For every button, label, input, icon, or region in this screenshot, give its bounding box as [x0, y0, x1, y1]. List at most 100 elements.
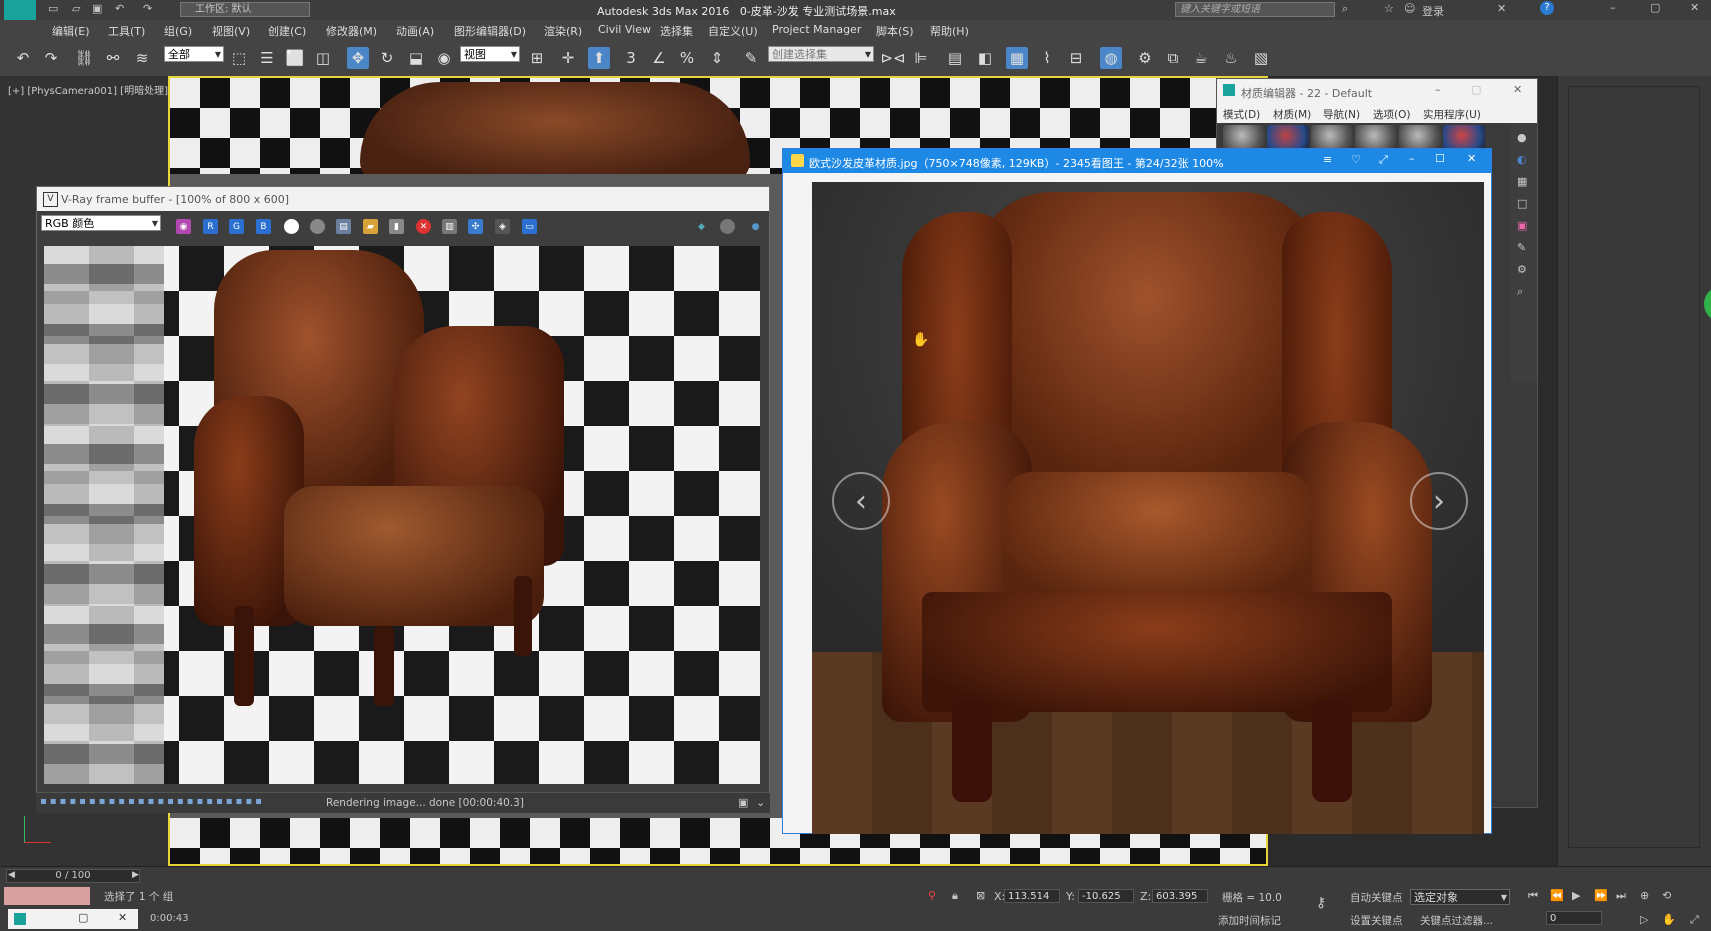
rect-selection-icon[interactable]: ⬜ [284, 47, 306, 69]
menu-icon[interactable]: ≡ [1323, 153, 1332, 166]
move-icon[interactable]: ✥ [347, 47, 369, 69]
menu-modifiers[interactable]: 修改器(M) [326, 23, 377, 39]
x-coordinate-field[interactable]: 113.514 [1004, 889, 1060, 903]
menu-selection-set[interactable]: 选择集 [660, 23, 693, 39]
keyboard-shortcut-override-icon[interactable]: ⬆ [588, 47, 610, 69]
mono-channel-icon[interactable] [310, 219, 325, 234]
sample-type-icon[interactable]: ● [1517, 131, 1527, 144]
vfb-history-icon[interactable]: ◆ [694, 219, 709, 234]
select-by-name-icon[interactable]: ☰ [256, 47, 278, 69]
save-icon[interactable]: ▣ [92, 2, 102, 15]
skin-icon[interactable]: ♡ [1351, 153, 1361, 166]
edit-named-selection-icon[interactable]: ✎ [740, 47, 762, 69]
select-by-material-icon[interactable]: ⌕ [1517, 285, 1523, 299]
reference-coordinate-dropdown[interactable]: 视图 ▼ [460, 46, 520, 62]
layer-explorer-icon[interactable]: ◧ [974, 47, 996, 69]
restore-icon[interactable]: ▢ [78, 911, 88, 924]
mated-menu-utilities[interactable]: 实用程序(U) [1423, 107, 1481, 122]
undo-icon[interactable]: ↶ [12, 47, 34, 69]
place-icon[interactable]: ◉ [433, 47, 455, 69]
copy-to-vfb-icon[interactable]: ▥ [442, 219, 457, 234]
fullscreen-icon[interactable]: ⤢ [1379, 153, 1388, 167]
render-activeshade-icon[interactable]: ▧ [1250, 47, 1272, 69]
selection-filter-dropdown[interactable]: 全部 ▼ [164, 46, 224, 62]
video-color-check-icon[interactable]: ▣ [1517, 219, 1527, 232]
new-file-icon[interactable]: ▭ [48, 2, 58, 15]
lock-icon[interactable]: 🔒︎ [952, 889, 958, 903]
unlink-icon[interactable]: ⚯ [102, 47, 124, 69]
red-channel-button[interactable]: R [203, 219, 218, 234]
named-selection-dropdown[interactable]: 创建选择集 ▼ [768, 46, 874, 62]
auto-key-button[interactable]: 自动关键点 [1350, 890, 1403, 905]
menu-tools[interactable]: 工具(T) [108, 23, 145, 39]
snap-toggle-icon[interactable]: 3 [620, 47, 642, 69]
menu-views[interactable]: 视图(V) [212, 23, 250, 39]
rendered-frame-window-icon[interactable]: ⧉ [1162, 47, 1184, 69]
scale-icon[interactable]: ⬓ [405, 47, 427, 69]
maximize-icon[interactable]: ☐ [1435, 152, 1445, 165]
menu-customize[interactable]: 自定义(U) [708, 23, 758, 39]
rotate-icon[interactable]: ↻ [376, 47, 398, 69]
search-input[interactable]: 键入关键字或短语 [1175, 2, 1335, 17]
mated-menu-navigation[interactable]: 导航(N) [1323, 107, 1360, 122]
minimize-icon[interactable]: – [1610, 1, 1616, 14]
exchange-icon[interactable]: ✕ [1497, 2, 1506, 15]
blue-channel-button[interactable]: B [256, 219, 271, 234]
mirror-icon[interactable]: ⊳⊲ [880, 47, 905, 69]
make-preview-icon[interactable]: ✎ [1517, 241, 1526, 254]
vfb-render-last-icon[interactable]: ● [748, 219, 763, 234]
key-icon[interactable]: ⚷ [1316, 895, 1326, 911]
close-icon[interactable]: ✕ [1513, 83, 1522, 96]
zoom-icon[interactable]: ⊕ [1640, 889, 1649, 902]
pivot-center-icon[interactable]: ⊞ [526, 47, 548, 69]
menu-civil-view[interactable]: Civil View [598, 23, 651, 36]
minimize-icon[interactable]: – [1409, 152, 1415, 165]
mated-menu-material[interactable]: 材质(M) [1273, 107, 1311, 122]
green-channel-button[interactable]: G [229, 219, 244, 234]
angle-snap-icon[interactable]: ∠ [648, 47, 670, 69]
z-coordinate-field[interactable]: 603.395 [1152, 889, 1208, 903]
menu-help[interactable]: 帮助(H) [930, 23, 969, 39]
current-frame-field[interactable]: 0 [1546, 911, 1602, 925]
key-filters-button[interactable]: 关键点过滤器... [1420, 913, 1493, 928]
sample-uv-icon[interactable]: □ [1517, 197, 1527, 210]
next-frame-icon[interactable]: ⏩ [1594, 889, 1608, 902]
menu-animation[interactable]: 动画(A) [396, 23, 434, 39]
options-icon[interactable]: ⚙ [1517, 263, 1527, 276]
binoculars-icon[interactable]: ⌕ [1342, 2, 1348, 16]
color-picker-icon[interactable]: ◉ [176, 219, 191, 234]
chevron-right-icon[interactable]: ▶ [132, 870, 139, 880]
mated-menu-options[interactable]: 选项(O) [1373, 107, 1410, 122]
next-image-button[interactable]: › [1410, 472, 1468, 530]
y-coordinate-field[interactable]: -10.625 [1078, 889, 1134, 903]
alpha-channel-icon[interactable] [284, 219, 299, 234]
percent-snap-icon[interactable]: % [676, 47, 698, 69]
open-file-icon[interactable]: ▱ [72, 2, 80, 15]
close-icon[interactable]: ✕ [1467, 152, 1476, 165]
chevron-down-icon[interactable]: ⌄ [756, 796, 765, 809]
vfb-status-icons[interactable]: ▪▪▪▪▪▪▪▪▪▪▪▪▪▪▪▪▪▪▪▪▪▪▪ [40, 796, 265, 807]
pin-icon[interactable]: ⚲ [928, 889, 936, 902]
select-manipulate-icon[interactable]: ✛ [557, 47, 579, 69]
ribbon-icon[interactable]: ▦ [1006, 47, 1028, 69]
schematic-view-icon[interactable]: ⊟ [1065, 47, 1087, 69]
star-icon[interactable]: ☆ [1384, 2, 1394, 15]
menu-project-manager[interactable]: Project Manager [772, 23, 861, 36]
redo-icon[interactable]: ↷ [143, 2, 152, 15]
maximize-icon[interactable]: ▢ [1650, 1, 1660, 14]
login-label[interactable]: 登录 [1422, 3, 1444, 19]
maximize-icon[interactable]: ▢ [1471, 83, 1481, 96]
stop-render-icon[interactable]: ✕ [416, 219, 431, 234]
maximize-viewport-icon[interactable]: ⤢ [1690, 913, 1699, 927]
go-to-end-icon[interactable]: ⏭ [1616, 889, 1626, 903]
bind-space-warp-icon[interactable]: ≋ [131, 47, 153, 69]
align-icon[interactable]: ⊫ [910, 47, 932, 69]
redo-icon[interactable]: ↷ [40, 47, 62, 69]
set-key-button[interactable]: 设置关键点 [1350, 913, 1403, 928]
background-icon[interactable]: ▦ [1517, 175, 1527, 188]
menu-create[interactable]: 创建(C) [268, 23, 306, 39]
curve-editor-icon[interactable]: ⌇ [1036, 47, 1058, 69]
menu-rendering[interactable]: 渲染(R) [544, 23, 582, 39]
load-image-icon[interactable]: ▰ [363, 219, 378, 234]
taskbar-item[interactable]: ▢ ✕ [8, 909, 138, 929]
